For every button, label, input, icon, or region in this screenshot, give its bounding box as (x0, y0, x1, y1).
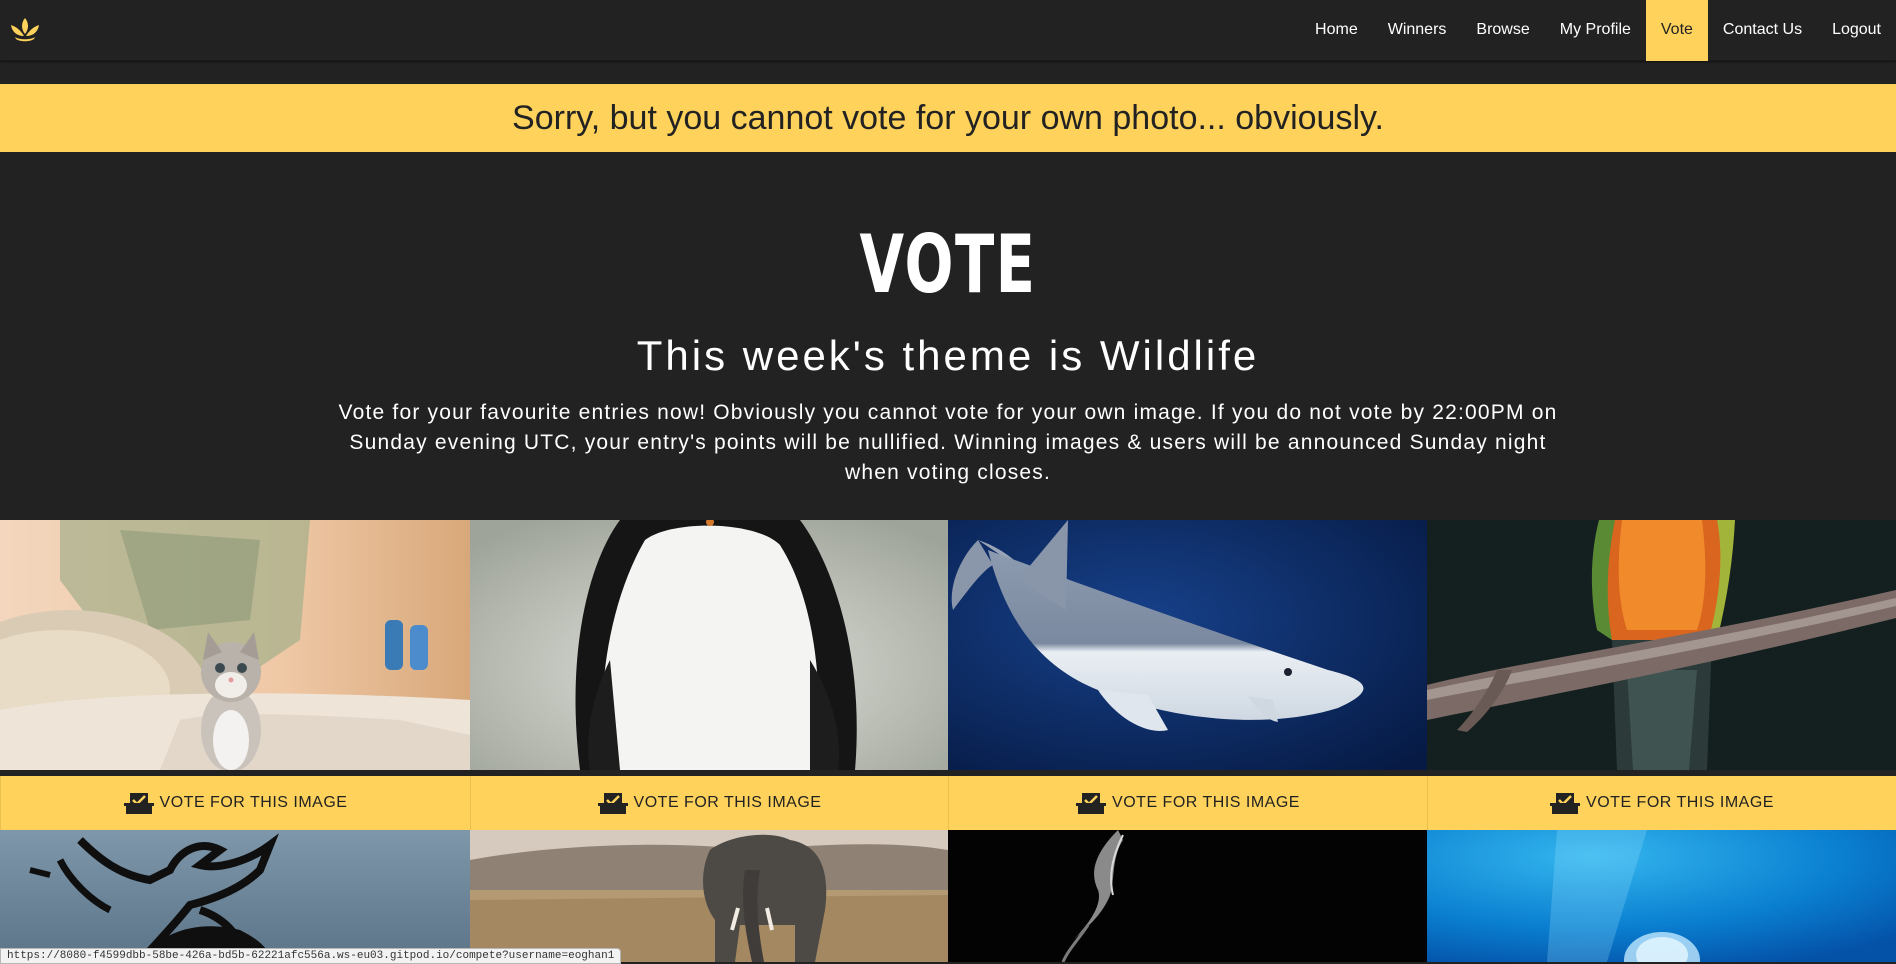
deer-silhouette-photo[interactable] (0, 830, 470, 962)
penguin-photo[interactable] (470, 520, 948, 770)
gallery-card: VOTE FOR THIS IMAGE (948, 520, 1427, 830)
nav-home[interactable]: Home (1300, 0, 1373, 61)
nav-my-profile[interactable]: My Profile (1545, 0, 1646, 61)
page-title: VOTE (859, 218, 1037, 311)
parrot-photo[interactable] (1427, 520, 1896, 770)
vote-button[interactable]: VOTE FOR THIS IMAGE (470, 776, 948, 830)
gallery-card (0, 830, 470, 962)
theme-subtitle: This week's theme is Wildlife (636, 332, 1260, 379)
gallery-card (470, 830, 948, 962)
nav-browse[interactable]: Browse (1461, 0, 1544, 61)
nav-links: Home Winners Browse My Profile Vote Cont… (1300, 0, 1896, 61)
jellyfish-photo[interactable] (1427, 830, 1896, 962)
gallery-card: VOTE FOR THIS IMAGE (0, 520, 470, 830)
gallery-card (1427, 830, 1896, 962)
voting-instructions: Vote for your favourite entries now! Obv… (338, 401, 1558, 484)
ballot-box-check-icon (597, 793, 628, 814)
ballot-box-check-icon (1550, 793, 1581, 814)
flash-message: Sorry, but you cannot vote for your own … (0, 84, 1896, 152)
gallery-card (948, 830, 1427, 962)
vote-button-label: VOTE FOR THIS IMAGE (159, 794, 348, 811)
nav-logout[interactable]: Logout (1817, 0, 1896, 61)
ballot-box-check-icon (1076, 793, 1107, 814)
navbar: Home Winners Browse My Profile Vote Cont… (0, 0, 1896, 61)
shark-photo[interactable] (948, 520, 1427, 770)
vote-button-label: VOTE FOR THIS IMAGE (1586, 794, 1774, 811)
vote-button[interactable]: VOTE FOR THIS IMAGE (948, 776, 1427, 830)
lotus-logo-icon[interactable] (8, 14, 42, 44)
nav-contact-us[interactable]: Contact Us (1708, 0, 1817, 61)
vote-button-label: VOTE FOR THIS IMAGE (633, 794, 822, 811)
gallery-card: VOTE FOR THIS IMAGE (470, 520, 948, 830)
nav-winners[interactable]: Winners (1373, 0, 1462, 61)
elephant-photo[interactable] (470, 830, 948, 962)
ballot-box-check-icon (123, 793, 154, 814)
water-splash-photo[interactable] (948, 830, 1427, 962)
nav-vote[interactable]: Vote (1645, 0, 1708, 61)
vote-button[interactable]: VOTE FOR THIS IMAGE (1427, 776, 1896, 830)
vote-button[interactable]: VOTE FOR THIS IMAGE (0, 776, 470, 830)
kitten-photo[interactable] (0, 520, 470, 770)
vote-button-label: VOTE FOR THIS IMAGE (1112, 794, 1300, 811)
gallery-card: VOTE FOR THIS IMAGE (1427, 520, 1896, 830)
